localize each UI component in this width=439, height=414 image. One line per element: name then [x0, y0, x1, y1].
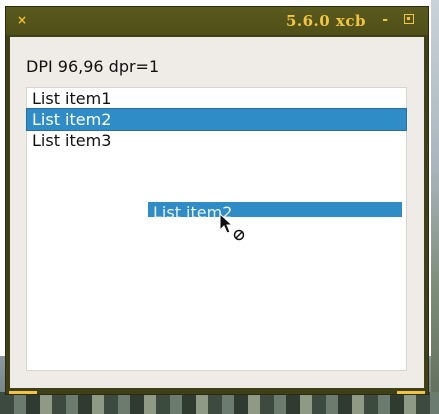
resize-handle-left[interactable]	[9, 391, 37, 394]
resize-handle-right[interactable]	[397, 391, 425, 394]
dpi-label: DPI 96,96 dpr=1	[26, 57, 160, 76]
close-icon[interactable]: ×	[17, 14, 29, 26]
window-bottom-border[interactable]	[6, 388, 428, 394]
window-title: 5.6.0 xcb	[285, 12, 366, 30]
list-item[interactable]: List item3	[27, 130, 406, 151]
arrow-no-drop-cursor-icon	[219, 213, 245, 241]
list-item-selected[interactable]: List item2	[26, 108, 407, 131]
title-bar[interactable]: × 5.6.0 xcb -	[6, 7, 428, 35]
list-item[interactable]: List item1	[27, 88, 406, 109]
desktop-background-edge	[431, 0, 439, 414]
list-view[interactable]: List item1 List item2 List item3	[26, 87, 407, 371]
app-window: × 5.6.0 xcb - DPI 96,96 dpr=1 List item1…	[5, 6, 429, 395]
drag-preview: List item2	[148, 202, 402, 217]
maximize-icon[interactable]	[404, 14, 414, 24]
desktop-background-bottom	[0, 392, 439, 414]
minimize-icon[interactable]: -	[382, 12, 388, 28]
